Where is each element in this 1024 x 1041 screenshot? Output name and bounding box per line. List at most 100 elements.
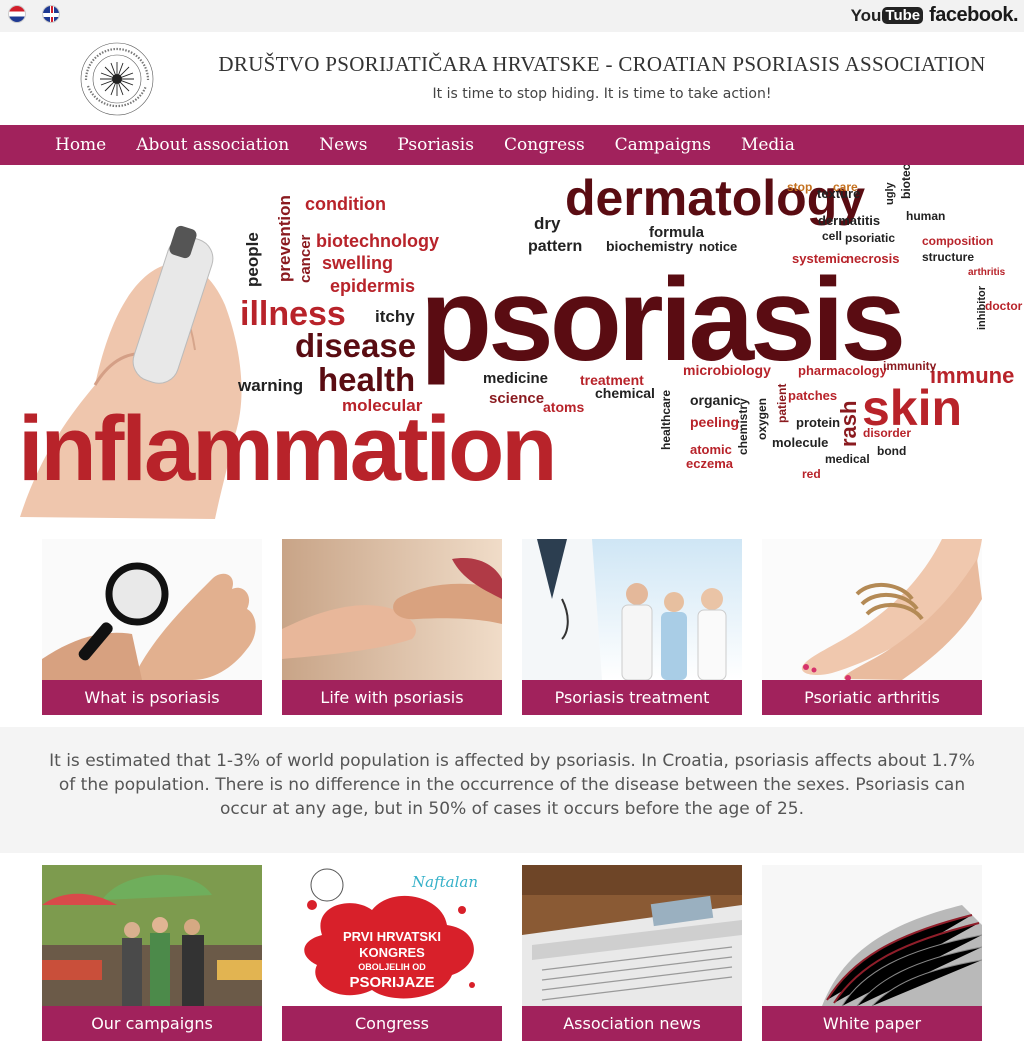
word-patches: patches [788,388,837,403]
word-molecule: molecule [772,435,828,450]
info-text: It is estimated that 1-3% of world popul… [0,727,1024,853]
card-label: Psoriasis treatment [522,680,742,715]
congress-poster-image: Naftalan PRVI HRVATSKI KONGRES OBOLJELIH… [282,865,502,1006]
word-molecular: molecular [342,396,423,415]
card-psoriasis-treatment[interactable]: Psoriasis treatment [522,539,742,715]
card-congress[interactable]: Naftalan PRVI HRVATSKI KONGRES OBOLJELIH… [282,865,502,1041]
card-label: What is psoriasis [42,680,262,715]
english-flag-icon[interactable] [42,5,60,23]
word-structure: structure [922,250,974,264]
word-red: red [802,467,821,481]
word-pharmacology: pharmacology [798,363,888,378]
word-biochemistry: biochemistry [606,238,693,254]
hero-word-cloud: dermatology psoriasis disease health inf… [18,165,1023,519]
word-organic: organic [690,392,741,408]
word-medical: medical [825,452,870,466]
nav-congress[interactable]: Congress [489,135,600,155]
card-our-campaigns[interactable]: Our campaigns [42,865,262,1041]
card-psoriatic-arthritis[interactable]: Psoriatic arthritis [762,539,982,715]
poster-line-3: OBOLJELIH OD [358,962,426,972]
main-nav: Home About association News Psoriasis Co… [0,125,1024,165]
card-what-is-psoriasis[interactable]: What is psoriasis [42,539,262,715]
word-epidermis: epidermis [330,276,415,296]
word-illness: illness [240,295,346,333]
youtube-tube-text: Tube [882,7,924,24]
hero-banner: dermatology psoriasis disease health inf… [0,165,1024,519]
poster-line-2: KONGRES [359,945,425,960]
word-medicine: medicine [483,370,548,387]
section-cards: Our campaigns Naftalan PRVI HRVATSKI KON… [0,865,1024,1041]
top-bar: You Tube facebook. [0,0,1024,32]
site-tagline: It is time to stop hiding. It is time to… [432,86,772,102]
word-pattern: pattern [528,238,582,255]
card-life-with-psoriasis[interactable]: Life with psoriasis [282,539,502,715]
word-protein: protein [796,415,840,430]
word-doctor: doctor [985,299,1023,313]
word-cancer: cancer [297,234,314,283]
nav-campaigns[interactable]: Campaigns [600,135,726,155]
word-people: people [243,232,262,287]
croatian-flag-icon[interactable] [8,5,26,23]
word-prevention: prevention [275,195,294,282]
word-chemical: chemical [595,385,655,401]
card-label: Life with psoriasis [282,680,502,715]
nav-news[interactable]: News [304,135,382,155]
word-eczema: eczema [686,456,734,471]
word-oxygen: oxygen [755,398,769,440]
word-human: human [906,209,945,223]
social-links: You Tube facebook. [851,4,1019,27]
word-dermatitis: dermatitis [818,213,880,228]
nav-psoriasis[interactable]: Psoriasis [382,135,489,155]
site-title[interactable]: DRUŠTVO PSORIJATIČARA HRVATSKE - CROATIA… [0,52,1024,77]
word-rash: rash [836,401,861,447]
word-atomic: atomic [690,442,732,457]
word-immunity: immunity [883,359,937,373]
word-warning: warning [237,376,303,395]
word-systemic: systemic [792,251,848,266]
word-cell: cell [822,229,842,243]
word-inflammation: inflammation [18,398,554,500]
word-science: science [489,390,544,407]
word-immune: immune [930,363,1014,388]
word-bond: bond [877,444,906,458]
word-healthcare: healthcare [659,390,673,450]
word-biotech: biotech [899,165,913,199]
card-association-news[interactable]: Association news [522,865,742,1041]
facebook-link[interactable]: facebook. [929,4,1018,27]
holding-hands-image [282,539,502,680]
word-psoriatic: psoriatic [845,231,895,245]
topic-cards: What is psoriasis Life with psoriasis Ps… [0,539,1024,715]
card-white-paper[interactable]: White paper [762,865,982,1041]
poster-line-1: PRVI HRVATSKI [343,929,441,944]
word-inhibitor: inhibitor [976,285,988,330]
nav-home[interactable]: Home [40,135,121,155]
card-label: Psoriatic arthritis [762,680,982,715]
doctors-image [522,539,742,680]
youtube-link[interactable]: You Tube [851,6,924,26]
word-stop: stop [787,180,812,194]
word-dry: dry [534,214,561,233]
word-itchy: itchy [375,307,415,326]
word-peeling: peeling [690,414,739,430]
word-microbiology: microbiology [683,362,771,378]
word-arthritis: arthritis [968,267,1006,278]
paper-stack-image [762,865,982,1006]
word-condition: condition [305,194,386,214]
word-care: care [833,180,858,194]
poster-line-4: PSORIJAZE [349,974,434,991]
word-health: health [318,361,415,398]
newspaper-image [522,865,742,1006]
word-disorder: disorder [863,426,911,440]
campaign-market-image [42,865,262,1006]
word-notice: notice [699,239,737,254]
site-header: DRUŠTVO PSORIJATIČARA HRVATSKE - CROATIA… [0,32,1024,125]
youtube-you-text: You [850,5,882,25]
magnifier-image [42,539,262,680]
word-necrosis: necrosis [846,251,899,266]
word-patient: patient [775,384,789,423]
nav-media[interactable]: Media [726,135,810,155]
nav-about-association[interactable]: About association [121,135,304,155]
word-atoms: atoms [543,399,584,415]
word-biotechnology: biotechnology [316,231,439,251]
word-swelling: swelling [322,253,393,273]
